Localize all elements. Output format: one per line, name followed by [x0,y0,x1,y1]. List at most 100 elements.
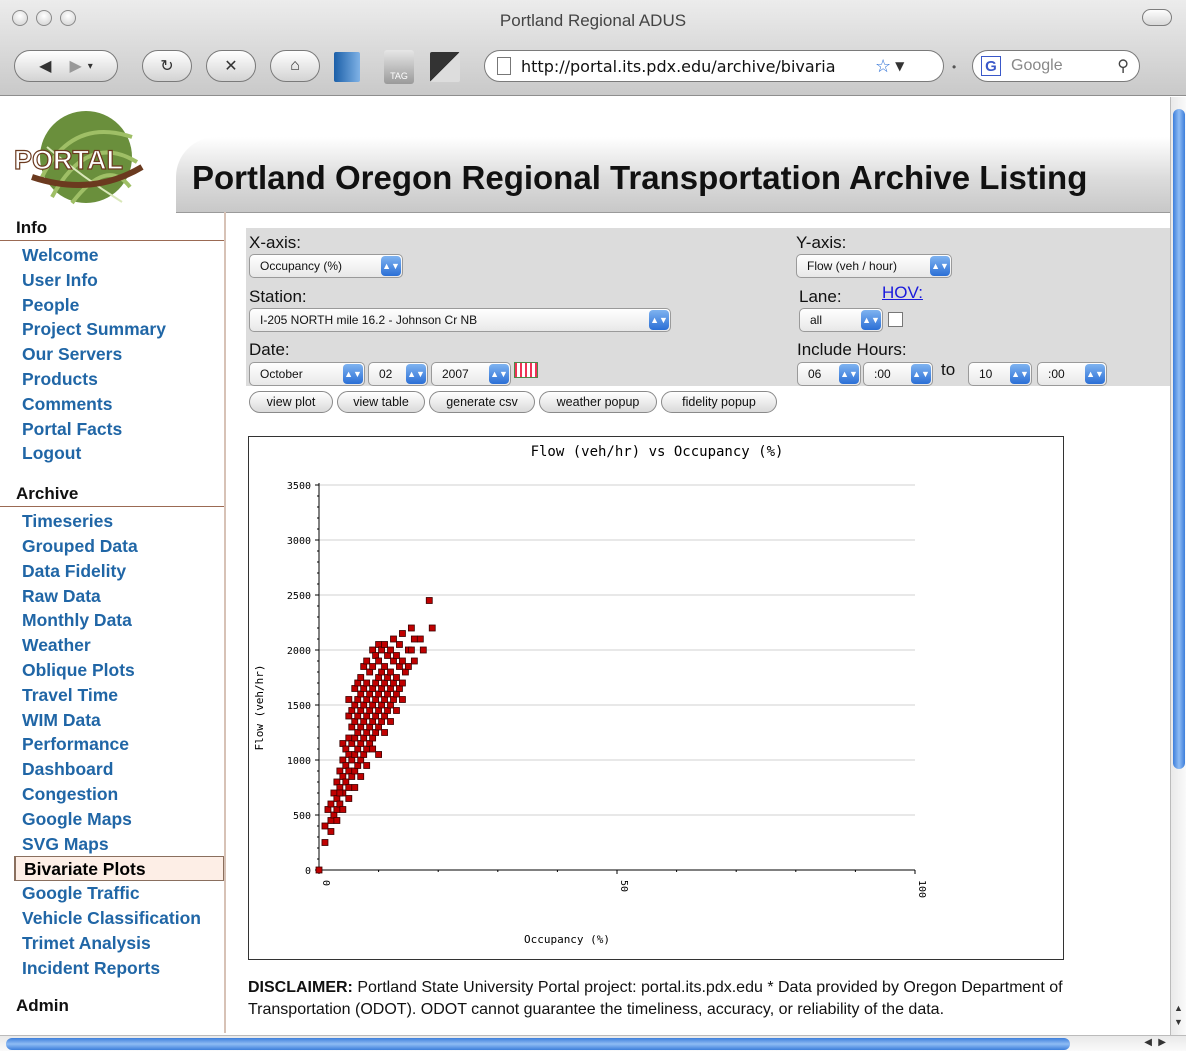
sidebar-item-svg-maps[interactable]: SVG Maps [0,832,224,857]
month-select[interactable]: October ▲▼ [249,362,365,386]
stop-button[interactable]: ✕ [206,50,256,82]
scroll-down-arrow-icon[interactable]: ▼ [1174,1017,1183,1027]
sidebar-item-weather[interactable]: Weather [0,633,224,658]
scatter-point [345,734,353,742]
chart-title: Flow (veh/hr) vs Occupancy (%) [531,444,784,460]
sidebar-item-data-fidelity[interactable]: Data Fidelity [0,559,224,584]
scroll-right-arrow-icon[interactable]: ▶ [1158,1037,1166,1048]
yaxis-select[interactable]: Flow (veh / hour) ▲▼ [796,254,952,278]
magnifier-icon[interactable]: ⚲ [1117,56,1129,76]
address-bar[interactable]: http://portal.its.pdx.edu/archive/bivari… [484,50,944,82]
hour-to-select[interactable]: 10 ▲▼ [968,362,1032,386]
home-button[interactable]: ⌂ [270,50,320,82]
sidebar-item-google-maps[interactable]: Google Maps [0,807,224,832]
hour-from-select[interactable]: 06 ▲▼ [797,362,861,386]
sidebar-item-vehicle-classification[interactable]: Vehicle Classification [0,906,224,931]
calendar-icon[interactable] [514,362,538,378]
sidebar-item-comments[interactable]: Comments [0,392,224,417]
scatter-point [339,806,347,813]
screenshot-icon[interactable] [430,52,460,82]
scatter-point [330,811,338,819]
sidebar-item-performance[interactable]: Performance [0,732,224,757]
scroll-up-arrow-icon[interactable]: ▲ [1174,1003,1183,1013]
horizontal-scroll-thumb[interactable] [6,1038,1070,1050]
scatter-point [372,696,380,703]
sidebar-item-dashboard[interactable]: Dashboard [0,757,224,782]
scatter-point [357,756,365,764]
scatter-point [351,718,359,725]
star-icon[interactable]: ☆ [875,56,891,77]
scatter-point [345,767,353,775]
hour-to-value: 10 [979,367,993,381]
scatter-point [333,806,341,813]
google-icon[interactable]: G [981,56,1001,76]
vertical-scrollbar[interactable]: ▲ ▼ [1170,97,1186,1035]
disclaimer: DISCLAIMER: Portland State University Po… [248,977,1168,1021]
sidebar-item-products[interactable]: Products [0,367,224,392]
toolbar-toggle-button[interactable] [1142,9,1172,26]
search-field[interactable]: G Google ⚲ [972,50,1140,82]
disclaimer-label: DISCLAIMER: [248,979,353,996]
scatter-point [384,690,391,698]
sidebar-item-logout[interactable]: Logout [0,441,224,466]
y-tick-label: 3000 [287,536,311,547]
scatter-point [384,674,391,681]
sidebar-item-project-summary[interactable]: Project Summary [0,317,224,342]
scroll-left-arrow-icon[interactable]: ◀ [1144,1037,1152,1048]
year-select[interactable]: 2007 ▲▼ [431,362,511,386]
sidebar-item-congestion[interactable]: Congestion [0,782,224,807]
sidebar-item-timeseries[interactable]: Timeseries [0,509,224,534]
minute-from-select[interactable]: :00 ▲▼ [863,362,933,386]
sidebar-item-raw-data[interactable]: Raw Data [0,584,224,609]
sidebar-item-trimet-analysis[interactable]: Trimet Analysis [0,931,224,956]
day-select[interactable]: 02 ▲▼ [368,362,428,386]
horizontal-scrollbar[interactable]: ◀ ▶ [0,1035,1186,1051]
sidebar-item-people[interactable]: People [0,293,224,318]
sidebar-item-user-info[interactable]: User Info [0,268,224,293]
scatter-point [387,685,394,692]
sidebar-item-monthly-data[interactable]: Monthly Data [0,608,224,633]
scatter-point [327,828,335,835]
sidebar-item-wim-data[interactable]: WIM Data [0,708,224,733]
weather-popup-button[interactable]: weather popup [539,391,657,413]
history-dropdown-icon[interactable]: ▾ [88,61,93,72]
sidebar-item-welcome[interactable]: Welcome [0,243,224,268]
fidelity-popup-button[interactable]: fidelity popup [661,391,777,413]
hov-checkbox[interactable] [888,312,903,327]
scatter-point [342,745,350,753]
sidebar-item-google-traffic[interactable]: Google Traffic [0,881,224,906]
scatter-point [315,866,323,874]
sidebar-item-incident-reports[interactable]: Incident Reports [0,956,224,981]
sidebar-item-bivariate-plots[interactable]: Bivariate Plots [14,856,224,882]
reload-button[interactable]: ↻ [142,50,192,82]
select-arrows-icon: ▲▼ [1010,364,1030,384]
hov-link[interactable]: HOV: [882,283,923,303]
logo-text: PORTAL [14,145,123,175]
minute-to-select[interactable]: :00 ▲▼ [1037,362,1107,386]
lane-select[interactable]: all ▲▼ [799,308,883,332]
view-table-button[interactable]: view table [337,391,425,413]
back-forward-buttons[interactable]: ◀ ▶ ▾ [14,50,118,82]
tag-icon[interactable]: TAG [384,50,414,84]
station-select[interactable]: I-205 NORTH mile 16.2 - Johnson Cr NB ▲▼ [249,308,671,332]
url-text[interactable]: http://portal.its.pdx.edu/archive/bivari… [521,57,871,76]
scatter-point [342,778,350,786]
vertical-scroll-thumb[interactable] [1173,109,1185,769]
sidebar-item-our-servers[interactable]: Our Servers [0,342,224,367]
url-dropdown-icon[interactable]: ▼ [895,59,904,73]
xaxis-label: X-axis: [249,233,301,252]
generate-csv-button[interactable]: generate csv [429,391,535,413]
sidebar-item-grouped-data[interactable]: Grouped Data [0,534,224,559]
y-tick-label: 500 [293,811,311,822]
forward-arrow-icon[interactable]: ▶ [69,56,81,76]
select-arrows-icon: ▲▼ [861,310,881,330]
sidebar-item-oblique-plots[interactable]: Oblique Plots [0,658,224,683]
xaxis-select[interactable]: Occupancy (%) ▲▼ [249,254,403,278]
view-plot-button[interactable]: view plot [249,391,333,413]
scatter-point [390,635,397,643]
bookmark-icon[interactable] [334,52,360,82]
sidebar-item-travel-time[interactable]: Travel Time [0,683,224,708]
sidebar-item-portal-facts[interactable]: Portal Facts [0,417,224,442]
scatter-point [357,740,365,747]
back-arrow-icon[interactable]: ◀ [39,56,51,76]
